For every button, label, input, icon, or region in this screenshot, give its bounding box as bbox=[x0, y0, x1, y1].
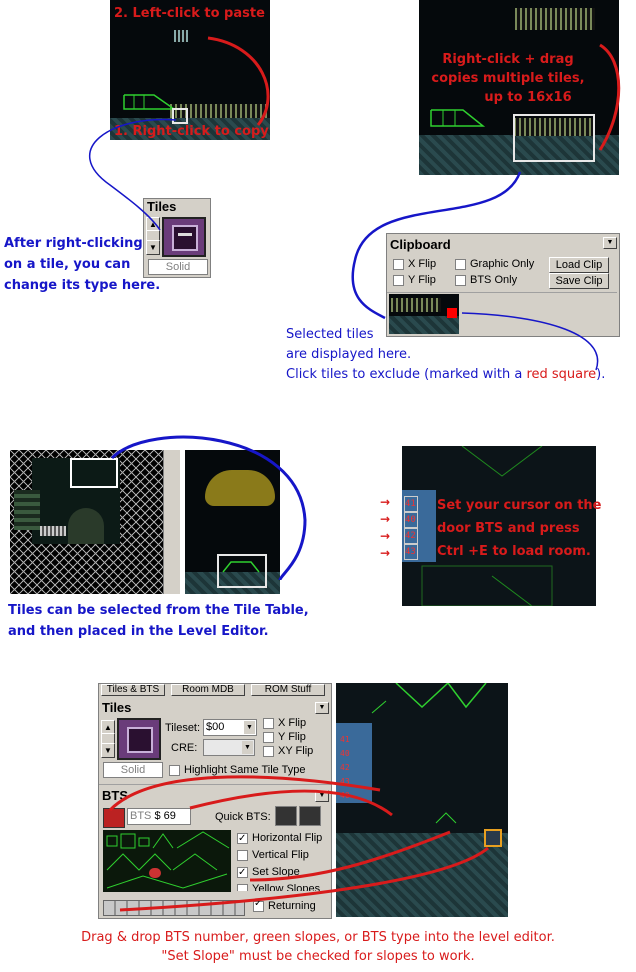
multi-copy-arrow bbox=[598, 43, 621, 151]
exclude-arrow bbox=[461, 312, 599, 371]
tile-table-to-editor-arrow bbox=[110, 435, 307, 581]
multi-to-clipboard-arrow bbox=[351, 171, 522, 320]
bts-number-arrow bbox=[189, 789, 393, 817]
drag-drop-caption: Drag & drop BTS number, green slopes, or… bbox=[0, 928, 636, 966]
copy-to-tiles-arrow bbox=[88, 118, 177, 231]
paste-arrow bbox=[207, 36, 270, 126]
bts-type-arrow bbox=[119, 846, 489, 912]
slope-arrow bbox=[249, 830, 451, 882]
dragdrop-line-1: Drag & drop BTS number, green slopes, or… bbox=[81, 930, 555, 945]
annotation-arrows bbox=[88, 36, 621, 912]
dragdrop-line-2: "Set Slope" must be checked for slopes t… bbox=[161, 949, 475, 964]
